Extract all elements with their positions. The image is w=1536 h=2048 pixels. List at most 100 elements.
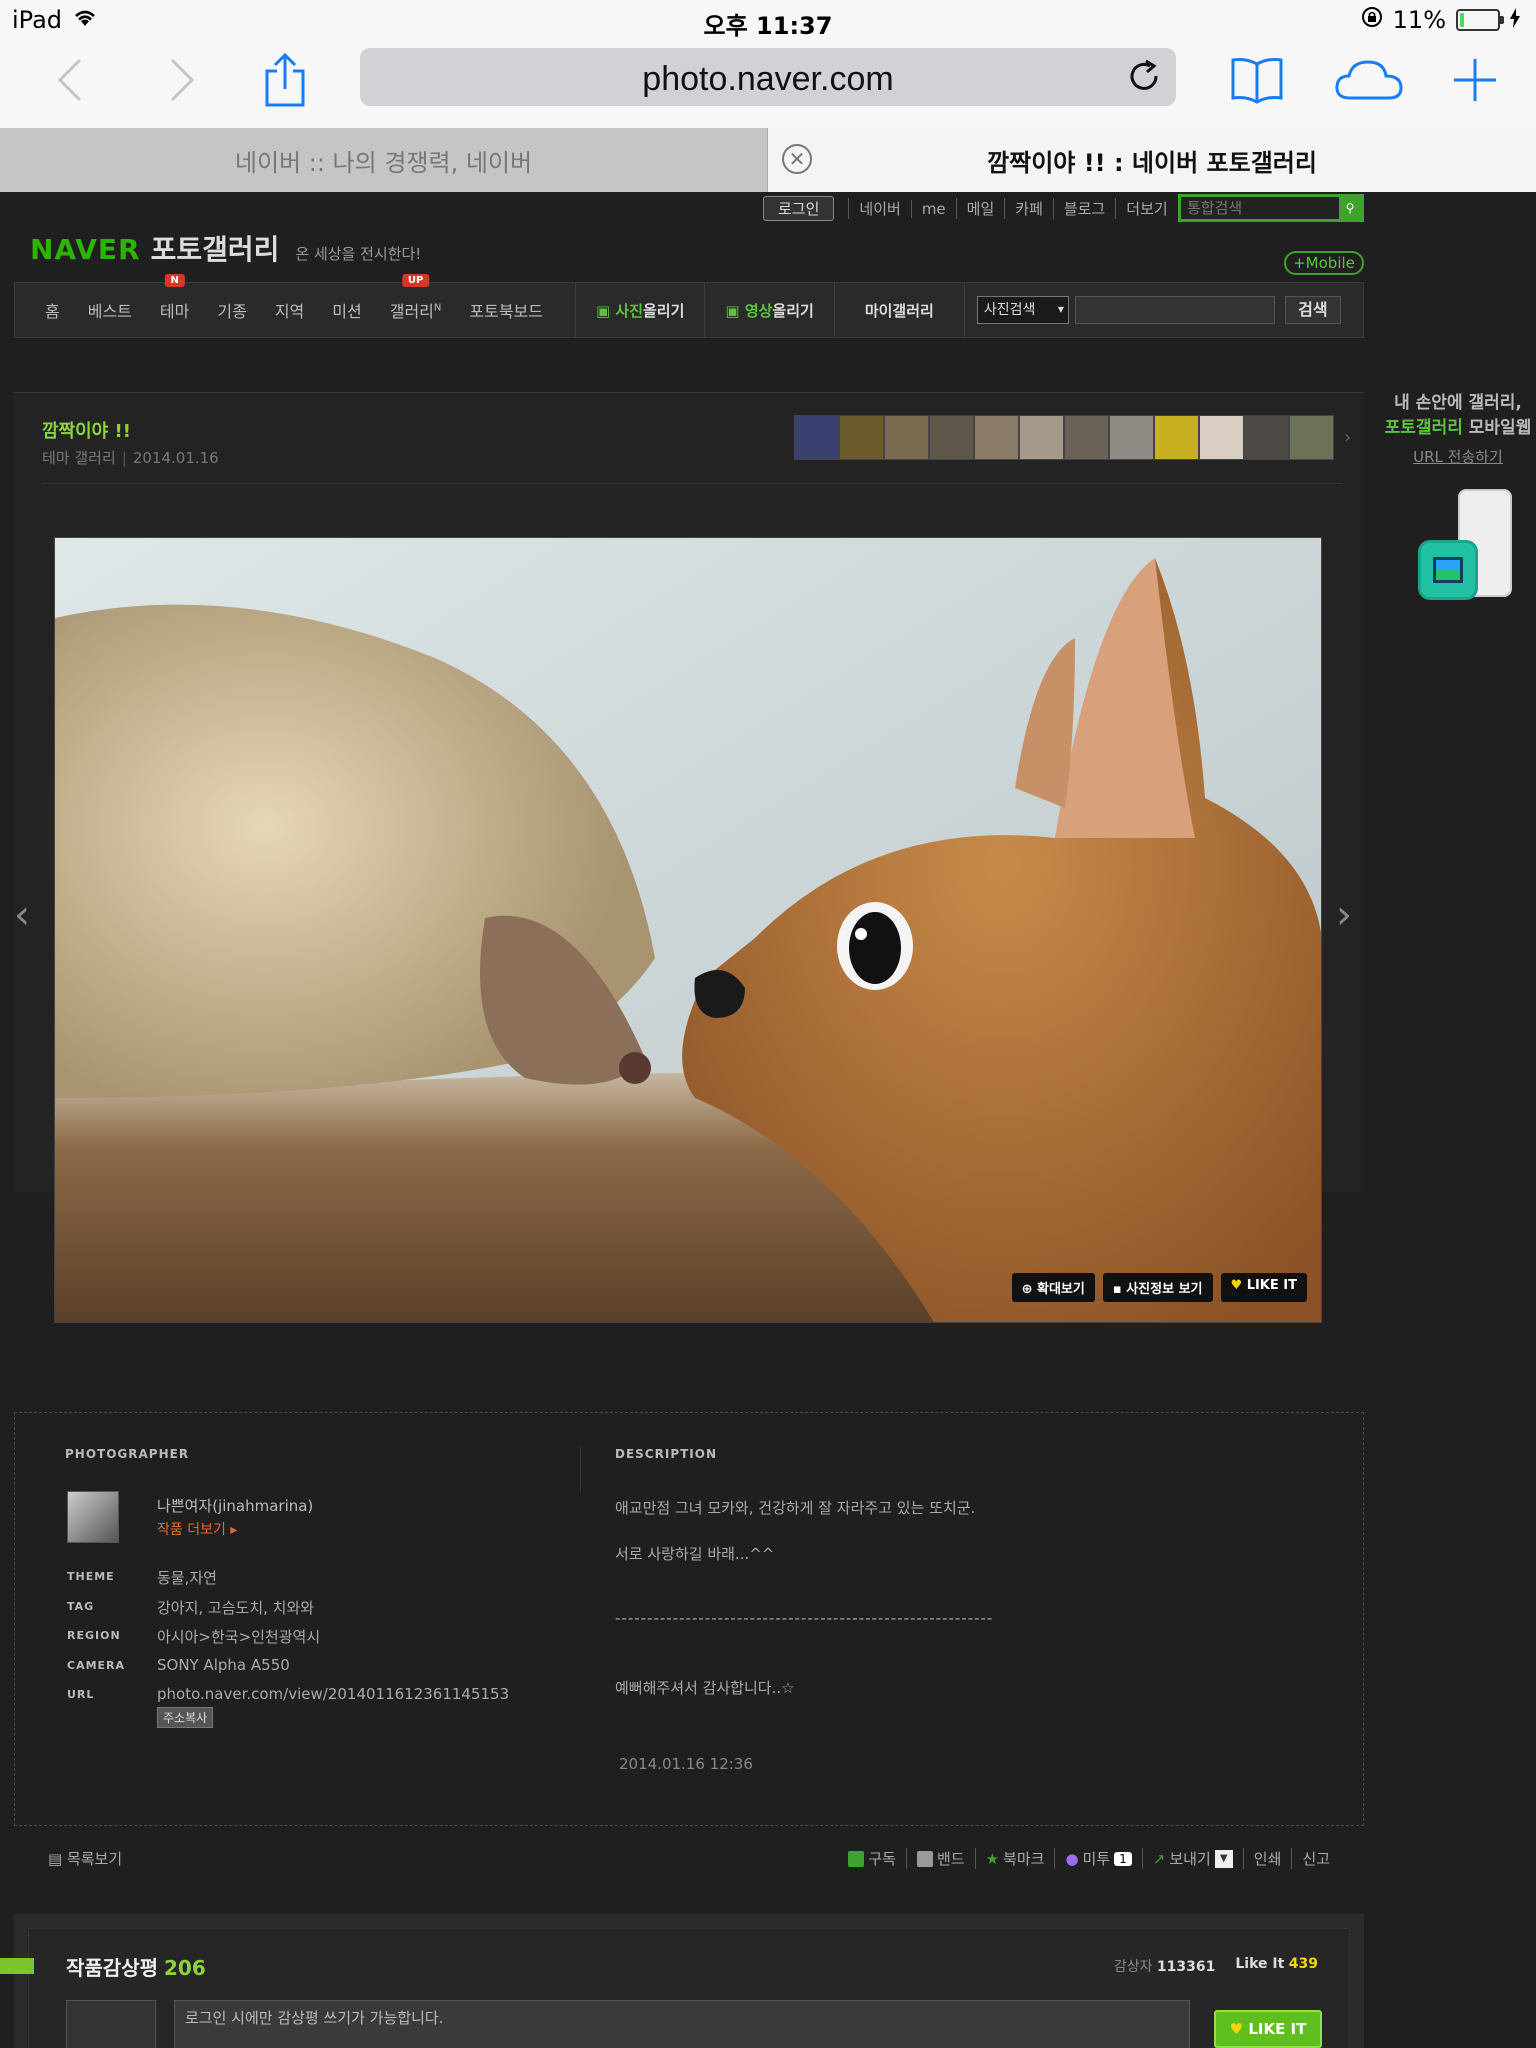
nav-model[interactable]: 기종 <box>203 298 260 322</box>
tab-photo-gallery[interactable]: ✕ 깜짝이야 !! : 네이버 포토갤러리 <box>768 128 1536 192</box>
divider <box>704 282 706 338</box>
report-button[interactable]: 신고 <box>1291 1848 1340 1869</box>
share-icon <box>265 53 305 107</box>
thumbnail[interactable] <box>884 415 929 460</box>
bookmarks-button[interactable] <box>1222 50 1292 110</box>
album-category[interactable]: 테마 갤러리 <box>42 449 116 467</box>
tab-bar: 네이버 :: 나의 경쟁력, 네이버 ✕ 깜짝이야 !! : 네이버 포토갤러리 <box>0 128 1536 192</box>
gallery-search-input[interactable] <box>1074 296 1275 324</box>
comment-input[interactable]: 로그인 시에만 감상평 쓰기가 가능합니다. <box>174 2000 1190 2048</box>
description-date: 2014.01.16 12:36 <box>619 1755 753 1773</box>
gallery-search-button[interactable]: 검색 <box>1284 296 1341 324</box>
chevron-down-icon[interactable]: ▼ <box>1214 1849 1233 1868</box>
link-mail[interactable]: 메일 <box>955 198 1005 219</box>
window-icon <box>1433 557 1463 583</box>
logo[interactable]: NAVER 포토갤러리 온 세상을 전시한다! <box>30 228 421 268</box>
bookmark-button[interactable]: ★ 북마크 <box>974 1848 1055 1869</box>
share-button[interactable] <box>250 50 320 110</box>
hedgehog-and-chihuahua-photo <box>55 538 1321 1322</box>
integrated-search-input[interactable] <box>1181 197 1331 219</box>
subscribe-button[interactable]: 구독 <box>838 1848 906 1869</box>
divider: | <box>121 449 127 467</box>
main-photo[interactable]: ⊕ 확대보기 ▪ 사진정보 보기 ♥ LIKE IT <box>54 537 1322 1323</box>
chevron-left-icon[interactable]: ‹ <box>14 892 30 938</box>
avatar[interactable] <box>67 1491 119 1543</box>
nav-home[interactable]: 홈 <box>31 298 74 322</box>
comment-like-button[interactable]: ♥ LIKE IT <box>1214 2010 1322 2048</box>
zoom-button[interactable]: ⊕ 확대보기 <box>1011 1273 1095 1302</box>
thumbnail[interactable] <box>1154 415 1199 460</box>
forward-button[interactable] <box>146 50 216 110</box>
album-date: 2014.01.16 <box>132 449 219 467</box>
label: TAG <box>67 1600 95 1613</box>
thumbnail[interactable] <box>1109 415 1154 460</box>
clock: 오후 11:37 <box>703 12 833 40</box>
link-cafe[interactable]: 카페 <box>1004 198 1053 219</box>
address-bar[interactable]: photo.naver.com <box>360 48 1176 106</box>
reload-button[interactable] <box>1126 58 1164 96</box>
photo-info-button[interactable]: ▪ 사진정보 보기 <box>1102 1273 1213 1302</box>
label: CAMERA <box>67 1659 126 1672</box>
comment-count: 206 <box>164 1956 206 1980</box>
nav-region[interactable]: 지역 <box>261 298 318 322</box>
link-me[interactable]: me <box>910 199 956 218</box>
metoo-button[interactable]: ● 미투 1 <box>1054 1848 1141 1869</box>
thumbnail[interactable] <box>1244 415 1289 460</box>
label: 감상자 <box>1113 1959 1153 1975</box>
nav-photobook[interactable]: 포토북보드 <box>455 298 557 322</box>
label: 사진 <box>615 301 643 320</box>
comments-title: 작품감상평 206 <box>66 1952 206 1981</box>
mobile-button[interactable]: +Mobile <box>1284 251 1364 275</box>
send-button[interactable]: ↗ 보내기 ▼ <box>1141 1848 1243 1869</box>
naver-logo: NAVER <box>30 233 141 266</box>
search-type-select[interactable]: 사진검색 <box>976 296 1069 324</box>
photographer-name[interactable]: 나쁜여자(jinahmarina) <box>157 1495 313 1516</box>
link-naver[interactable]: 네이버 <box>848 198 910 219</box>
label: 올리기 <box>772 301 814 320</box>
camera-icon: ▣ <box>595 301 616 320</box>
upload-photo-button[interactable]: ▣ 사진올리기 <box>580 300 700 321</box>
like-button[interactable]: ♥ LIKE IT <box>1220 1273 1307 1302</box>
chevron-right-icon[interactable]: › <box>1336 892 1352 938</box>
print-button[interactable]: 인쇄 <box>1242 1848 1292 1869</box>
back-button[interactable] <box>36 50 106 110</box>
copy-url-button[interactable]: 주소복사 <box>157 1707 214 1728</box>
list-view-button[interactable]: ▤ 목록보기 <box>48 1848 122 1869</box>
upload-video-button[interactable]: ▣ 영상올리기 <box>709 300 829 321</box>
star-icon: ★ <box>985 1849 1000 1868</box>
label: 영상 <box>744 301 773 320</box>
thumbnail[interactable] <box>974 415 1019 460</box>
top-links: 로그인 네이버 me 메일 카페 블로그 더보기 <box>763 196 1178 221</box>
close-tab-icon[interactable]: ✕ <box>782 144 812 174</box>
label: 확대보기 <box>1037 1282 1085 1297</box>
nav-theme[interactable]: N 테마 <box>146 274 203 322</box>
login-button[interactable]: 로그인 <box>763 196 835 221</box>
chevron-right-icon[interactable]: › <box>1344 427 1351 448</box>
my-gallery-button[interactable]: 마이갤러리 <box>839 300 960 321</box>
thumbnail[interactable] <box>794 415 839 460</box>
nav-gallery[interactable]: UP 갤러리N <box>376 274 456 322</box>
search-icon[interactable]: ⚲ <box>1339 197 1361 219</box>
new-tab-button[interactable] <box>1440 50 1510 110</box>
thumbnail[interactable] <box>1019 415 1064 460</box>
main-nav: 홈 베스트 N 테마 기종 지역 미션 UP 갤러리N 포토북보드 ▣ 사진올리기 … <box>14 274 1364 338</box>
tab-naver[interactable]: 네이버 :: 나의 경쟁력, 네이버 <box>0 128 768 192</box>
nav-best[interactable]: 베스트 <box>74 298 146 322</box>
send-url-link[interactable]: URL 전송하기 <box>1380 446 1536 467</box>
thumbnail[interactable] <box>1199 415 1244 460</box>
link-more[interactable]: 더보기 <box>1115 198 1177 219</box>
label: 구독 <box>868 1850 896 1868</box>
comments-section: 작품감상평 206 감상자 113361 Like It 439 로그인 시에만 … <box>0 1914 1364 2048</box>
value: 강아지, 고슴도치, 치와와 <box>157 1599 315 1617</box>
nav-mission[interactable]: 미션 <box>318 298 375 322</box>
band-button[interactable]: 밴드 <box>905 1848 975 1869</box>
thumbnail[interactable] <box>1289 415 1334 460</box>
charging-icon <box>1510 6 1520 34</box>
thumbnail[interactable] <box>839 415 884 460</box>
label: REGION <box>67 1629 121 1642</box>
icloud-tabs-button[interactable] <box>1334 50 1404 110</box>
more-works-link[interactable]: 작품 더보기 ▸ <box>157 1519 237 1539</box>
thumbnail[interactable] <box>929 415 974 460</box>
link-blog[interactable]: 블로그 <box>1052 198 1115 219</box>
thumbnail[interactable] <box>1064 415 1109 460</box>
